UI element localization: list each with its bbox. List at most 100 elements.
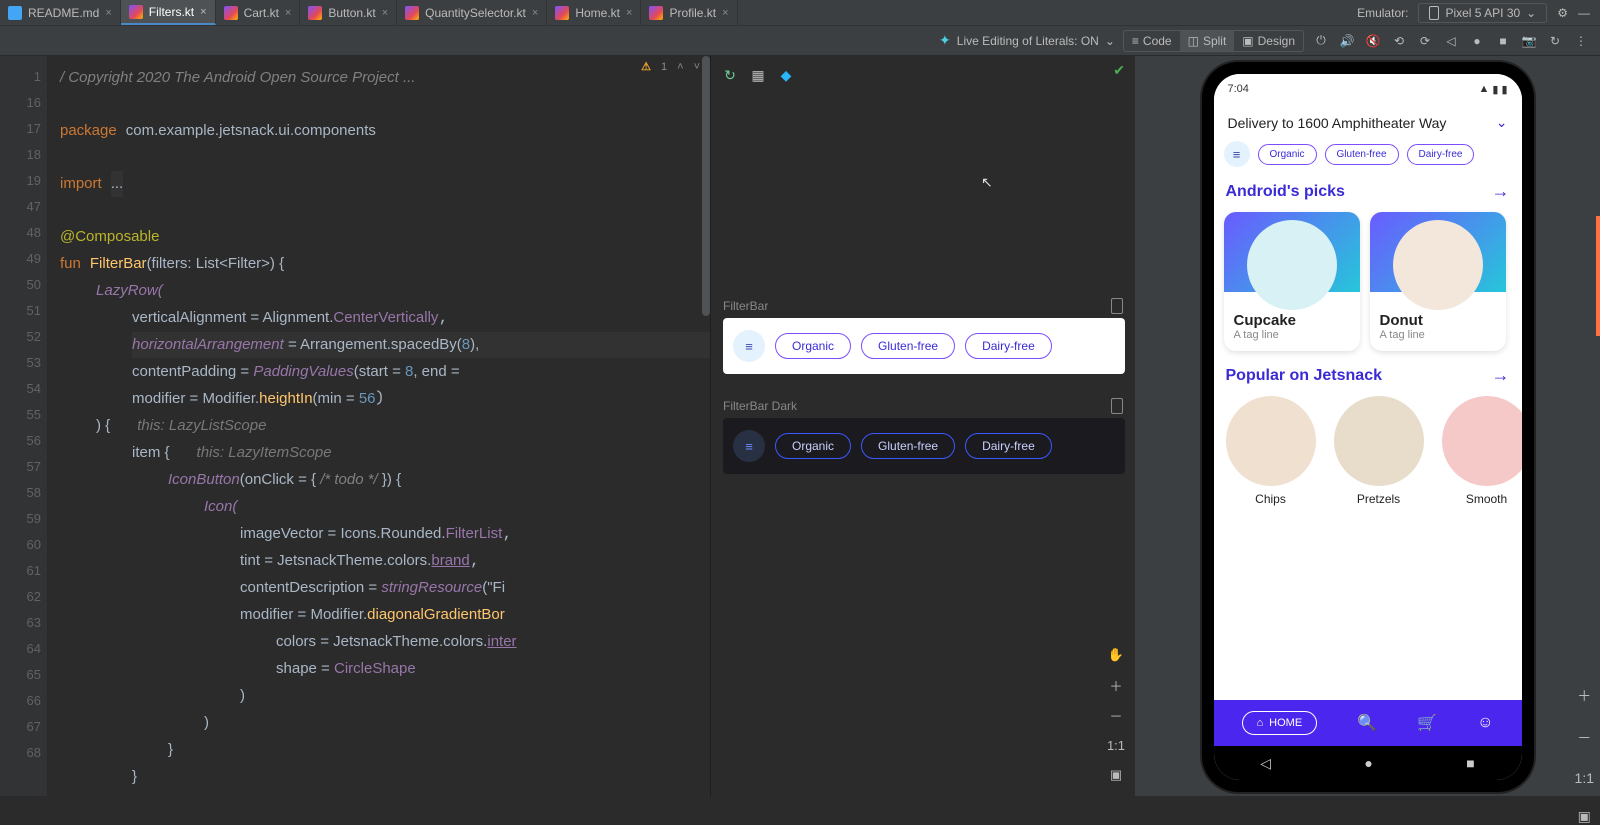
refresh-preview-icon[interactable]: ↻	[721, 66, 739, 84]
power-icon[interactable]: ⏻	[1312, 33, 1330, 48]
tab-button[interactable]: Button.kt×	[300, 0, 397, 25]
chip-glutenfree[interactable]: Gluten-free	[1325, 144, 1399, 165]
file-kt-icon	[224, 6, 238, 20]
profile-icon[interactable]: ☺	[1477, 714, 1493, 732]
preview-zoom-controls: ✋ ＋ － 1:1 ▣	[1105, 644, 1127, 786]
close-icon[interactable]: ×	[285, 7, 291, 19]
bottom-nav: ⌂HOME 🔍 🛒 ☺	[1214, 700, 1522, 746]
chip-dairyfree[interactable]: Dairy-free	[1407, 144, 1475, 165]
zoom-in-icon[interactable]: ＋	[1105, 674, 1127, 696]
device-frame-icon[interactable]	[1111, 398, 1123, 414]
view-design-button[interactable]: ▣Design	[1234, 31, 1303, 51]
picks-cards[interactable]: CupcakeA tag line DonutA tag line	[1214, 206, 1522, 361]
back-icon[interactable]: ◁	[1260, 755, 1271, 772]
warning-count: 1	[661, 61, 667, 73]
zoom-out-icon[interactable]: －	[1577, 728, 1591, 748]
back-icon[interactable]: ◁	[1442, 34, 1460, 48]
chevron-down-icon: ⌄	[1105, 34, 1115, 48]
item-smoothie[interactable]: Smooth	[1442, 396, 1522, 506]
overview-icon[interactable]: ■	[1494, 34, 1512, 48]
device-dropdown[interactable]: Pixel 5 API 30 ⌄	[1418, 3, 1547, 23]
delivery-row[interactable]: Delivery to 1600 Amphitheater Way ⌄	[1214, 104, 1522, 137]
filter-icon[interactable]: ≡	[733, 330, 765, 362]
code-icon: ≡	[1132, 34, 1139, 48]
next-problem-icon[interactable]: ˅	[694, 61, 700, 73]
live-edit-toggle[interactable]: ✦ Live Editing of Literals: ON ⌄	[939, 32, 1115, 49]
editor-scrollbar[interactable]	[702, 56, 710, 316]
zoom-out-icon[interactable]: －	[1105, 704, 1127, 726]
preview-filterbar-light: ≡ Organic Gluten-free Dairy-free	[723, 318, 1125, 374]
card-cupcake[interactable]: CupcakeA tag line	[1224, 212, 1360, 351]
chip-dairyfree[interactable]: Dairy-free	[965, 433, 1052, 459]
close-icon[interactable]: ×	[200, 6, 206, 18]
zoom-fit-icon[interactable]: ▣	[1105, 764, 1127, 786]
code-editor[interactable]: ⚠ 1 ˄ ˅ / Copyright 2020 The Android Ope…	[48, 56, 710, 796]
close-icon[interactable]: ×	[105, 7, 111, 19]
arrow-right-icon[interactable]: →	[1492, 365, 1510, 386]
scroll-indicator	[1596, 216, 1600, 336]
reload-icon[interactable]: ↻	[1546, 34, 1564, 48]
popular-row[interactable]: Chips Pretzels Smooth	[1214, 390, 1522, 510]
rotate-right-icon[interactable]: ⟳	[1416, 34, 1434, 48]
chip-organic[interactable]: Organic	[1258, 144, 1317, 165]
chip-glutenfree[interactable]: Gluten-free	[861, 333, 955, 359]
filter-icon[interactable]: ≡	[1224, 141, 1250, 167]
phone-icon	[1429, 6, 1439, 20]
arrow-right-icon[interactable]: →	[1492, 181, 1510, 202]
tab-profile[interactable]: Profile.kt×	[641, 0, 737, 25]
close-icon[interactable]: ×	[626, 7, 632, 19]
device-screen[interactable]: 7:04 ▲ ▮ ▮ Delivery to 1600 Amphitheater…	[1214, 74, 1522, 780]
chip-glutenfree[interactable]: Gluten-free	[861, 433, 955, 459]
product-image	[1247, 220, 1337, 310]
source-code[interactable]: / Copyright 2020 The Android Open Source…	[48, 56, 710, 790]
item-pretzels[interactable]: Pretzels	[1334, 396, 1424, 506]
view-code-button[interactable]: ≡Code	[1124, 31, 1180, 51]
more-icon[interactable]: ⋮	[1572, 34, 1590, 48]
zoom-in-icon[interactable]: ＋	[1577, 686, 1591, 706]
warning-icon: ⚠	[641, 60, 651, 73]
card-donut[interactable]: DonutA tag line	[1370, 212, 1506, 351]
chip-dairyfree[interactable]: Dairy-free	[965, 333, 1052, 359]
zoom-fit-icon[interactable]: ▣	[1578, 808, 1591, 825]
tab-filters[interactable]: Filters.kt×	[121, 0, 216, 25]
file-kt-icon	[649, 6, 663, 20]
animation-inspector-icon[interactable]: ◆	[777, 66, 795, 84]
tab-home[interactable]: Home.kt×	[547, 0, 641, 25]
interactive-mode-icon[interactable]: ▦	[749, 66, 767, 84]
overview-icon[interactable]: ■	[1466, 755, 1474, 771]
item-chips[interactable]: Chips	[1226, 396, 1316, 506]
zoom-reset-icon[interactable]: 1:1	[1575, 770, 1594, 786]
nav-home[interactable]: ⌂HOME	[1242, 711, 1318, 735]
volume-up-icon[interactable]: 🔊	[1338, 34, 1356, 48]
tab-readme[interactable]: README.md×	[0, 0, 121, 25]
chip-organic[interactable]: Organic	[775, 333, 851, 359]
volume-down-icon[interactable]: 🔇	[1364, 34, 1382, 48]
inspection-widget[interactable]: ⚠ 1 ˄ ˅	[641, 60, 700, 73]
prev-problem-icon[interactable]: ˄	[677, 61, 683, 73]
cart-icon[interactable]: 🛒	[1417, 713, 1437, 733]
device-frame-icon[interactable]	[1111, 298, 1123, 314]
home-icon[interactable]: ●	[1364, 755, 1372, 771]
filter-icon[interactable]: ≡	[733, 430, 765, 462]
close-icon[interactable]: ×	[382, 7, 388, 19]
view-split-button[interactable]: ◫Split	[1180, 31, 1235, 51]
section-androids-picks: Android's picks →	[1214, 177, 1522, 206]
tab-quantity[interactable]: QuantitySelector.kt×	[397, 0, 547, 25]
camera-icon[interactable]: 📷	[1520, 34, 1538, 48]
minimize-icon[interactable]: —	[1578, 6, 1590, 20]
home-icon[interactable]: ●	[1468, 34, 1486, 48]
search-icon[interactable]: 🔍	[1357, 713, 1377, 733]
system-nav: ◁ ● ■	[1214, 746, 1522, 780]
chip-organic[interactable]: Organic	[775, 433, 851, 459]
pan-icon[interactable]: ✋	[1105, 644, 1127, 666]
emulator-label: Emulator:	[1357, 6, 1408, 20]
file-md-icon	[8, 6, 22, 20]
gear-icon[interactable]: ⚙	[1557, 6, 1568, 20]
file-kt-icon	[308, 6, 322, 20]
close-icon[interactable]: ×	[532, 7, 538, 19]
tab-cart[interactable]: Cart.kt×	[216, 0, 301, 25]
close-icon[interactable]: ×	[722, 7, 728, 19]
rotate-left-icon[interactable]: ⟲	[1390, 34, 1408, 48]
zoom-reset-icon[interactable]: 1:1	[1105, 734, 1127, 756]
status-time: 7:04	[1228, 83, 1249, 95]
